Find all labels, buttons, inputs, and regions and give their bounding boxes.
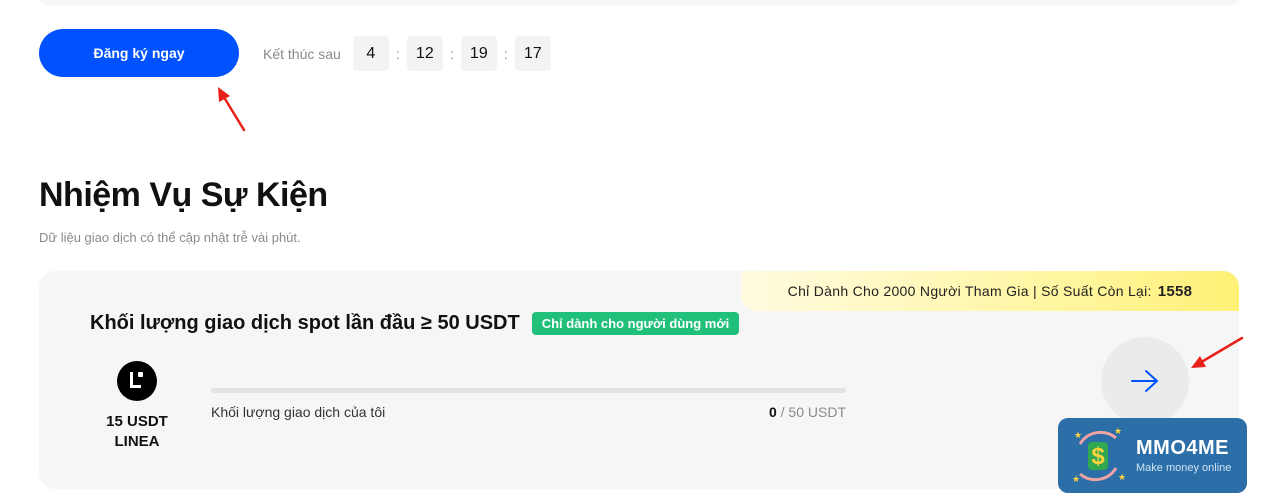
quota-remaining: 1558 — [1157, 282, 1193, 300]
progress-value: 0 / 50 USDT — [639, 404, 846, 420]
svg-text:★: ★ — [1114, 426, 1122, 436]
watermark-title: MMO4ME — [1136, 437, 1229, 459]
dollar-logo-icon: $ ★ ★ ★ ★ — [1066, 424, 1130, 488]
progress-total: / 50 USDT — [776, 404, 846, 420]
mmo4me-watermark: $ ★ ★ ★ ★ MMO4ME Make money online — [1058, 418, 1247, 493]
countdown-hours: 12 — [406, 36, 443, 71]
task-title: Khối lượng giao dịch spot lần đầu ≥ 50 U… — [90, 312, 520, 334]
countdown-separator: : — [449, 45, 454, 62]
linea-token-icon — [117, 361, 157, 401]
arrow-right-icon — [1131, 370, 1158, 392]
register-now-button[interactable]: Đăng ký ngay — [39, 29, 239, 77]
reward: 15 USDT LINEA — [91, 361, 183, 452]
svg-text:$: $ — [1091, 443, 1105, 470]
section-subtitle: Dữ liệu giao dịch có thể cập nhật trễ và… — [39, 230, 301, 245]
countdown-seconds: 17 — [514, 36, 551, 71]
watermark-text: MMO4ME Make money online — [1136, 437, 1231, 474]
countdown-label: Kết thúc sau — [263, 45, 341, 62]
task-title-row: Khối lượng giao dịch spot lần đầu ≥ 50 U… — [90, 312, 740, 335]
watermark-subtitle: Make money online — [1136, 462, 1232, 474]
reward-amount: 15 USDT — [106, 413, 168, 430]
svg-text:★: ★ — [1118, 472, 1126, 482]
progress-current: 0 — [768, 404, 777, 420]
countdown-separator: : — [395, 45, 400, 62]
quota-banner: Chỉ Dành Cho 2000 Người Tham Gia | Số Su… — [741, 271, 1239, 311]
svg-text:★: ★ — [1072, 474, 1080, 484]
previous-card-edge — [39, 0, 1239, 6]
go-to-task-button[interactable] — [1101, 337, 1189, 425]
countdown-separator: : — [503, 45, 508, 62]
reward-token: LINEA — [114, 433, 160, 450]
countdown-days: 4 — [352, 36, 389, 71]
annotation-arrow-register — [218, 87, 246, 132]
countdown-timer: Kết thúc sau 4 : 12 : 19 : 17 — [263, 36, 551, 71]
progress-label: Khối lượng giao dịch của tôi — [211, 404, 386, 420]
progress-bar — [211, 388, 846, 393]
new-user-badge: Chỉ dành cho người dùng mới — [531, 312, 740, 335]
countdown-minutes: 19 — [460, 36, 497, 71]
quota-text: Chỉ Dành Cho 2000 Người Tham Gia | Số Su… — [787, 283, 1152, 299]
svg-text:★: ★ — [1074, 430, 1082, 440]
section-title: Nhiệm Vụ Sự Kiện — [39, 176, 328, 214]
